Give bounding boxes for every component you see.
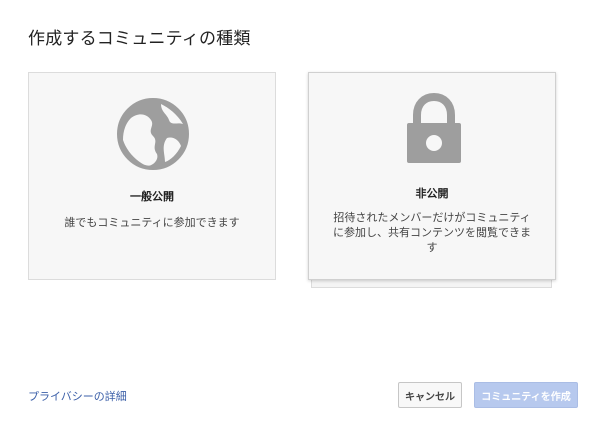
create-community-dialog: 作成するコミュニティの種類 一般公開 誰でもコミュニティに参加できます 非公開 … [0,0,590,425]
private-option-description: 招待されたメンバーだけがコミュニティに参加し、共有コンテンツを閲覧できます [333,211,531,254]
public-option-card[interactable]: 一般公開 誰でもコミュニティに参加できます [28,72,276,280]
card-shadow [311,280,552,288]
private-option-card[interactable]: 非公開 招待されたメンバーだけがコミュニティに参加し、共有コンテンツを閲覧できま… [308,72,556,280]
lock-icon [403,92,465,167]
cancel-button[interactable]: キャンセル [398,382,462,408]
privacy-details-link[interactable]: プライバシーの詳細 [28,388,127,404]
public-option-description: 誰でもコミュニティに参加できます [64,216,240,229]
dialog-title: 作成するコミュニティの種類 [28,29,251,49]
create-community-button[interactable]: コミュニティを作成 [474,382,578,408]
public-option-title: 一般公開 [130,190,174,203]
globe-icon [117,98,189,170]
private-option-title: 非公開 [415,187,449,200]
